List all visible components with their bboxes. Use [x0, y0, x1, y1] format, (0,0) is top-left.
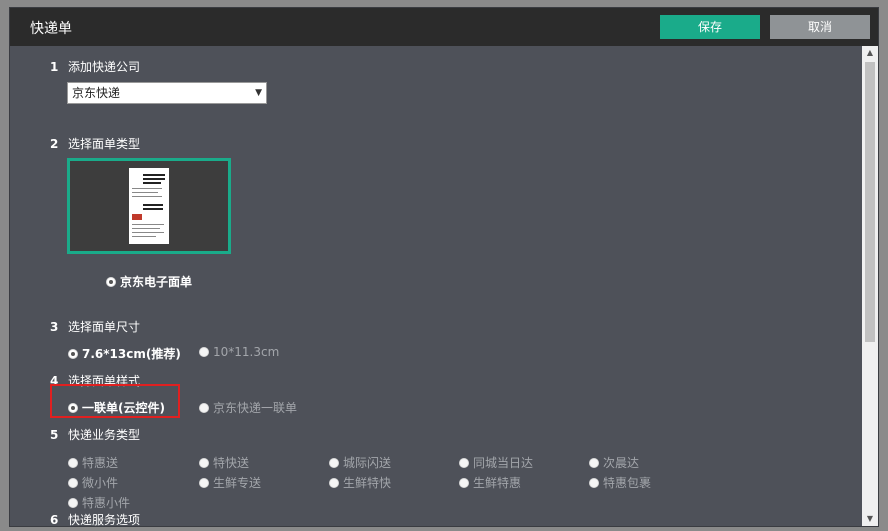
style-radio-one-part-cloud[interactable]: 一联单(云控件) [68, 399, 165, 416]
business-radio-4[interactable]: 次晨达 [589, 454, 639, 471]
save-button[interactable]: 保存 [660, 15, 760, 39]
business-radio-9[interactable]: 特惠包裹 [589, 474, 651, 491]
section-title-template-type: 2 选择面单类型 [50, 137, 141, 151]
template-radio-label: 京东电子面单 [120, 275, 193, 289]
business-radio-7[interactable]: 生鲜特快 [329, 474, 391, 491]
size-radio-10x11-3[interactable]: 10*11.3cm [199, 345, 279, 359]
scroll-thumb[interactable] [865, 62, 875, 342]
style-radio-label: 一联单(云控件) [82, 401, 165, 415]
radio-icon [199, 477, 209, 488]
business-radio-3[interactable]: 同城当日达 [459, 454, 533, 471]
radio-icon [199, 402, 209, 413]
radio-icon [329, 477, 339, 488]
radio-icon [199, 347, 209, 357]
section-title-service-options: 6 快递服务选项 [50, 513, 141, 527]
business-radio-0[interactable]: 特惠送 [68, 454, 118, 471]
template-radio-jd-electronic[interactable]: 京东电子面单 [106, 273, 192, 290]
company-select-value: 京东快递 [72, 86, 121, 100]
radio-icon [459, 457, 469, 468]
vertical-scrollbar[interactable]: ▲ ▼ [862, 46, 878, 526]
business-radio-8[interactable]: 生鲜特惠 [459, 474, 521, 491]
express-waybill-dialog: 快递单 保存 取消 1 添加快递公司 京东快递 ▼ 2 选择面单类型 京东电子面… [10, 8, 878, 527]
size-radio-7-6x13[interactable]: 7.6*13cm(推荐) [68, 345, 181, 362]
radio-icon [68, 497, 78, 508]
size-radio-label: 10*11.3cm [213, 345, 280, 359]
dialog-title: 快递单 [30, 21, 72, 37]
radio-icon [589, 477, 599, 488]
size-radio-label: 7.6*13cm(推荐) [82, 347, 181, 361]
dialog-titlebar: 快递单 保存 取消 [10, 8, 878, 46]
radio-icon [68, 402, 78, 413]
scroll-up-arrow-icon[interactable]: ▲ [862, 46, 878, 60]
radio-icon [68, 348, 78, 359]
style-radio-jd-one-part[interactable]: 京东快递一联单 [199, 399, 297, 416]
style-radio-label: 京东快递一联单 [213, 401, 298, 415]
radio-icon [106, 276, 116, 287]
business-radio-5[interactable]: 微小件 [68, 474, 118, 491]
radio-icon [68, 477, 78, 488]
radio-icon [68, 457, 78, 468]
radio-icon [199, 457, 209, 468]
radio-icon [459, 477, 469, 488]
business-radio-6[interactable]: 生鲜专送 [199, 474, 261, 491]
dialog-content: 1 添加快递公司 京东快递 ▼ 2 选择面单类型 京东电子面单 3 选择面单尺寸… [10, 46, 862, 527]
chevron-down-icon: ▼ [255, 88, 262, 98]
template-thumbnail-card[interactable] [67, 158, 231, 254]
scroll-down-arrow-icon[interactable]: ▼ [862, 512, 878, 526]
radio-icon [329, 457, 339, 468]
section-title-business-type: 5 快递业务类型 [50, 428, 141, 442]
business-radio-10[interactable]: 特惠小件 [68, 494, 130, 511]
business-radio-1[interactable]: 特快送 [199, 454, 249, 471]
business-radio-2[interactable]: 城际闪送 [329, 454, 391, 471]
waybill-preview-image [129, 168, 169, 244]
company-select[interactable]: 京东快递 ▼ [67, 82, 267, 104]
section-title-company: 1 添加快递公司 [50, 60, 141, 74]
cancel-button[interactable]: 取消 [770, 15, 870, 39]
section-title-size: 3 选择面单尺寸 [50, 320, 141, 334]
radio-icon [589, 457, 599, 468]
